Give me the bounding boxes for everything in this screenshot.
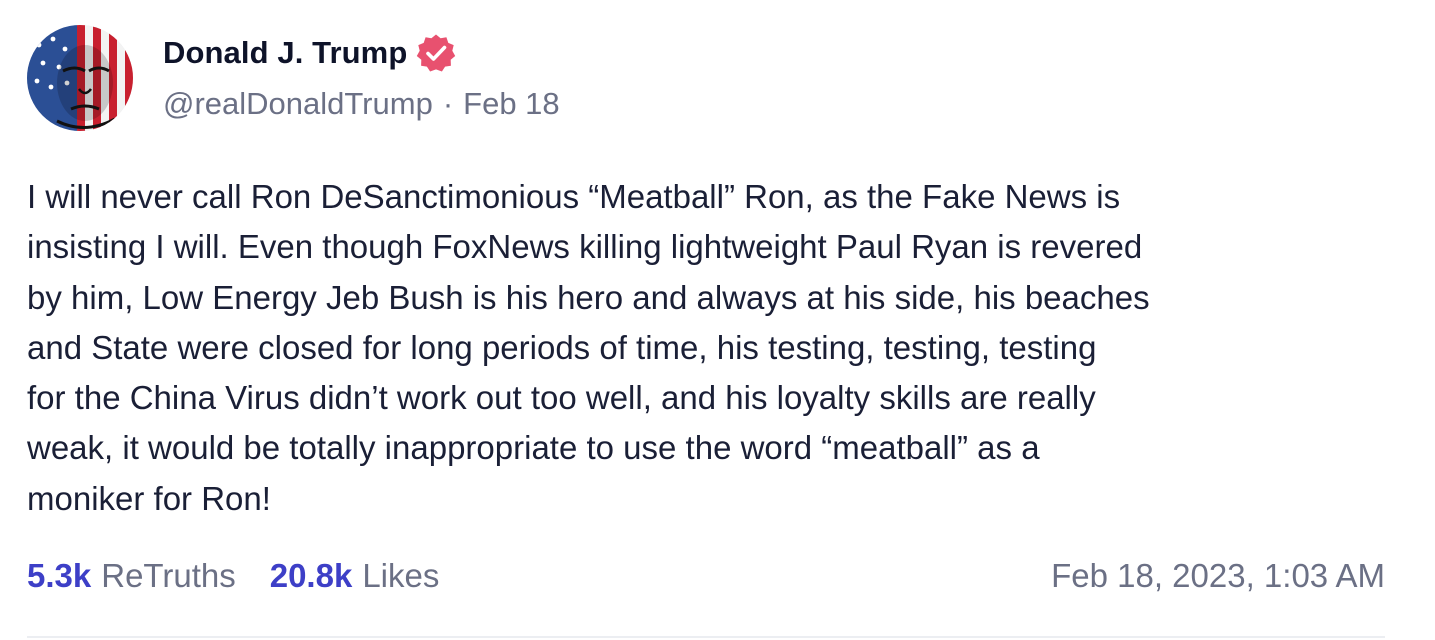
avatar[interactable] (27, 25, 133, 131)
flag-portrait-icon (27, 25, 133, 131)
likes-count: 20.8k (269, 557, 353, 594)
meta-separator: · (442, 86, 454, 121)
post-stats: 5.3k ReTruths 20.8k Likes (27, 557, 439, 595)
author-display-name[interactable]: Donald J. Trump (163, 35, 407, 71)
author-name-row: Donald J. Trump (163, 30, 456, 76)
post-card: Donald J. Trump @realDonaldTrump · Feb 1… (0, 0, 1435, 640)
post-body-text: I will never call Ron DeSanctimonious “M… (27, 178, 1150, 517)
relative-date[interactable]: Feb 18 (463, 86, 560, 122)
retruths-count: 5.3k (27, 557, 92, 594)
author-handle[interactable]: @realDonaldTrump (163, 86, 433, 122)
likes-stat[interactable]: 20.8k Likes (270, 557, 440, 595)
likes-label: Likes (362, 557, 440, 594)
divider (27, 636, 1385, 638)
verified-badge-icon (417, 34, 456, 72)
retruths-stat[interactable]: 5.3k ReTruths (27, 557, 236, 595)
retruths-label: ReTruths (101, 557, 236, 594)
author-meta-row: @realDonaldTrump · Feb 18 (163, 86, 560, 122)
post-timestamp[interactable]: Feb 18, 2023, 1:03 AM (1051, 557, 1385, 595)
